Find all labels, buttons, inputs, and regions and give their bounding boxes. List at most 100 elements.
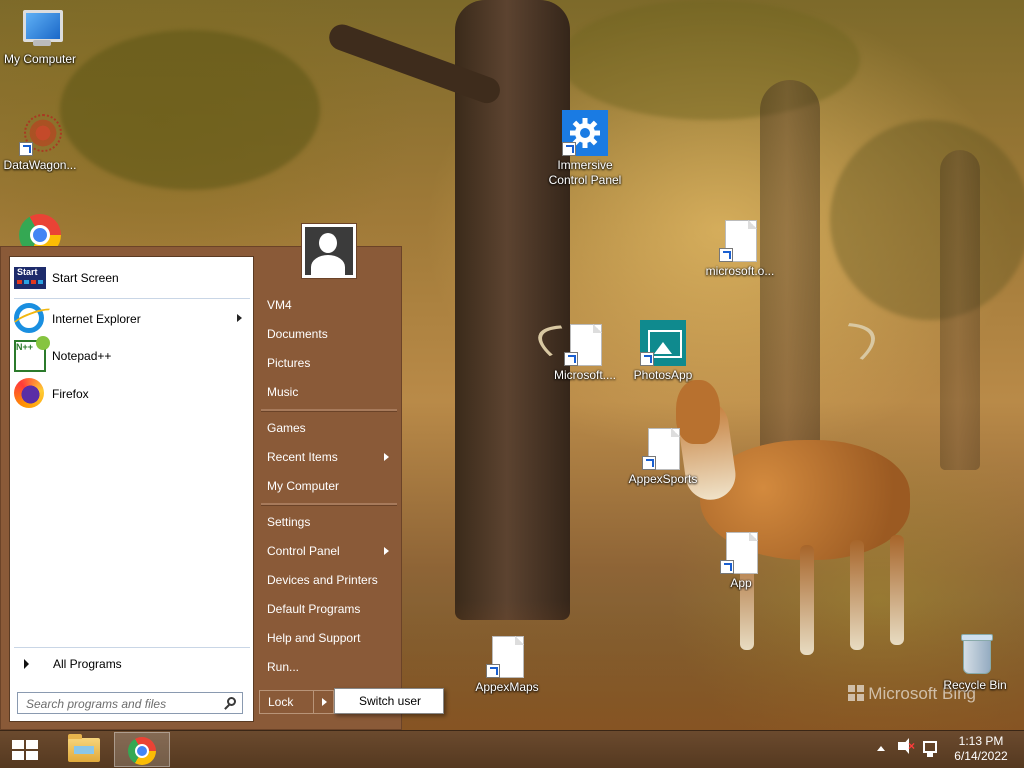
- shortcut-arrow-icon: [720, 560, 734, 574]
- desktop-icon-label: DataWagon...: [3, 158, 77, 172]
- start-item-recent-items[interactable]: Recent Items: [259, 443, 397, 471]
- firefox-icon: [14, 378, 46, 410]
- user-silhouette-icon: [305, 227, 353, 275]
- start-menu-programs-pane: Start Start Screen Internet Explorer N++…: [9, 256, 254, 722]
- foliage-decoration: [830, 120, 1024, 320]
- desktop-icon-my-computer[interactable]: My Computer: [0, 8, 80, 67]
- program-internet-explorer[interactable]: Internet Explorer: [14, 302, 250, 336]
- shortcut-arrow-icon: [562, 142, 576, 156]
- search-icon[interactable]: [227, 697, 236, 706]
- program-label: Internet Explorer: [52, 312, 141, 326]
- search-box: [17, 692, 243, 714]
- shortcut-arrow-icon: [640, 352, 654, 366]
- program-label: Notepad++: [52, 349, 112, 363]
- start-item-default-programs[interactable]: Default Programs: [259, 595, 397, 623]
- program-label: Start Screen: [52, 271, 119, 285]
- start-button[interactable]: [6, 735, 44, 765]
- start-item-games[interactable]: Games: [259, 414, 397, 442]
- clock-date: 6/14/2022: [954, 749, 1008, 763]
- search-input[interactable]: [24, 694, 218, 714]
- shortcut-arrow-icon: [642, 456, 656, 470]
- foliage-decoration: [60, 30, 320, 190]
- desktop-icon-appexmaps[interactable]: AppexMaps: [467, 636, 547, 695]
- program-notepad-plus-plus[interactable]: N++ Notepad++: [14, 336, 250, 373]
- start-item-label: Control Panel: [267, 544, 340, 558]
- divider: [261, 503, 397, 506]
- divider: [261, 409, 397, 412]
- settings-gear-icon: [562, 110, 608, 156]
- shortcut-arrow-icon: [486, 664, 500, 678]
- document-icon: [642, 428, 684, 470]
- photos-icon: [640, 320, 686, 366]
- shortcut-arrow-icon: [719, 248, 733, 262]
- start-menu: Start Start Screen Internet Explorer N++…: [0, 223, 402, 730]
- expand-arrow-icon: [24, 659, 29, 669]
- start-screen-icon-text: Start: [17, 267, 38, 277]
- internet-explorer-icon: [14, 303, 46, 335]
- recycle-bin-icon: [954, 634, 996, 676]
- user-avatar[interactable]: [301, 223, 357, 279]
- start-item-documents[interactable]: Documents: [259, 320, 397, 348]
- shortcut-arrow-icon: [564, 352, 578, 366]
- desktop-icon-label: Recycle Bin: [943, 678, 1007, 692]
- folder-icon: [68, 734, 100, 762]
- start-item-pictures[interactable]: Pictures: [259, 349, 397, 377]
- desktop-icon-microsoft[interactable]: Microsoft....: [545, 324, 625, 383]
- document-icon: [720, 532, 762, 574]
- all-programs-label: All Programs: [53, 657, 122, 671]
- desktop-icon-photosapp[interactable]: PhotosApp: [623, 320, 703, 383]
- volume-muted-icon[interactable]: [898, 738, 915, 754]
- taskbar-file-explorer[interactable]: [58, 732, 114, 767]
- lock-button[interactable]: Lock: [260, 691, 314, 713]
- desktop-icon-label: Microsoft....: [553, 368, 616, 382]
- submenu-arrow-icon[interactable]: [237, 314, 242, 322]
- document-icon: [486, 636, 528, 678]
- start-item-vm4[interactable]: VM4: [259, 291, 397, 319]
- show-hidden-icons-arrow-icon[interactable]: [877, 746, 885, 751]
- chrome-icon: [128, 737, 156, 765]
- program-firefox[interactable]: Firefox: [14, 377, 250, 411]
- network-icon[interactable]: [923, 741, 937, 757]
- notepad-plus-plus-icon: N++: [14, 336, 50, 372]
- start-item-run[interactable]: Run...: [259, 653, 397, 681]
- all-programs-button[interactable]: All Programs: [14, 654, 250, 674]
- desktop-icon-label: microsoft.o...: [705, 264, 775, 278]
- desktop-icon-label: AppexMaps: [475, 680, 539, 694]
- desktop-icon-datawagon[interactable]: DataWagon...: [0, 114, 80, 173]
- desktop-icon-label: AppexSports: [628, 472, 698, 486]
- start-screen-icon: Start: [14, 262, 46, 294]
- windows-logo-icon: [12, 740, 38, 760]
- desktop-icon-label: Immersive Control Panel: [548, 158, 622, 187]
- deer-leg: [850, 540, 864, 650]
- start-item-label: Recent Items: [267, 450, 338, 464]
- start-item-devices-and-printers[interactable]: Devices and Printers: [259, 566, 397, 594]
- desktop-icon-label: PhotosApp: [633, 368, 693, 382]
- deer-leg: [890, 535, 904, 645]
- taskbar-chrome[interactable]: [114, 732, 170, 767]
- clock-time: 1:13 PM: [958, 734, 1004, 748]
- deer-leg: [800, 545, 814, 655]
- start-item-control-panel[interactable]: Control Panel: [259, 537, 397, 565]
- program-start-screen[interactable]: Start Start Screen: [14, 261, 250, 295]
- start-item-my-computer[interactable]: My Computer: [259, 472, 397, 500]
- submenu-arrow-icon: [384, 453, 389, 461]
- divider: [14, 647, 250, 648]
- desktop-icon-immersive-control-panel[interactable]: Immersive Control Panel: [545, 110, 625, 188]
- desktop-icon-microsoft-o[interactable]: microsoft.o...: [700, 220, 780, 279]
- datawagon-icon: [19, 114, 62, 156]
- taskbar: 1:13 PM 6/14/2022: [0, 730, 1024, 768]
- clock[interactable]: 1:13 PM 6/14/2022: [946, 734, 1016, 764]
- bing-logo-icon: [848, 685, 865, 701]
- divider: [14, 298, 250, 299]
- switch-user-menu-item[interactable]: Switch user: [334, 688, 444, 714]
- desktop-icon-recycle-bin[interactable]: Recycle Bin: [935, 634, 1015, 693]
- desktop-icon-app[interactable]: App: [701, 532, 781, 591]
- shortcut-arrow-icon: [19, 142, 33, 156]
- power-options-arrow-icon[interactable]: [316, 691, 333, 713]
- notepad-plus-plus-icon-text: N++: [14, 336, 50, 372]
- desktop-icon-appexsports[interactable]: AppexSports: [623, 428, 703, 487]
- start-item-settings[interactable]: Settings: [259, 508, 397, 536]
- start-item-music[interactable]: Music: [259, 378, 397, 406]
- lock-button-group: Lock: [259, 690, 334, 714]
- start-item-help-and-support[interactable]: Help and Support: [259, 624, 397, 652]
